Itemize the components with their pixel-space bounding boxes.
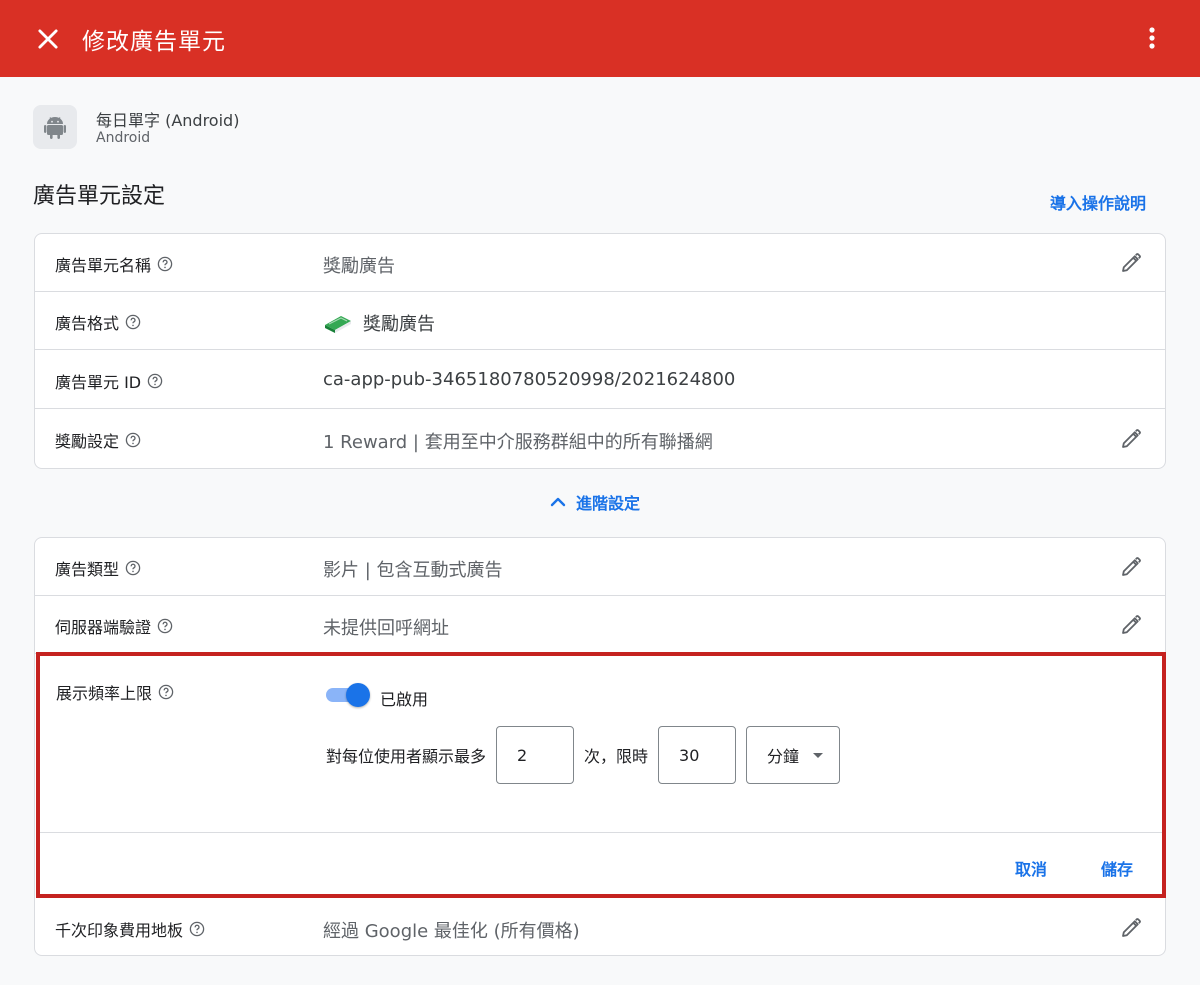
help-icon[interactable] — [147, 373, 163, 389]
row-label: 廣告格式 — [55, 314, 120, 333]
guide-link[interactable]: 導入操作說明 — [1050, 190, 1146, 214]
row-label: 廣告單元名稱 — [55, 256, 152, 275]
toggle-knob — [346, 683, 370, 707]
help-icon[interactable] — [125, 314, 141, 330]
row-label: 千次印象費用地板 — [55, 921, 184, 940]
close-icon[interactable] — [34, 25, 62, 53]
frequency-cap-editor: 展示頻率上限 已啟用 對每位使用者顯示最多 2 次，限時 30 分鐘 取消 儲存 — [36, 652, 1166, 898]
help-icon[interactable] — [125, 432, 141, 448]
edit-pencil-icon[interactable] — [1119, 251, 1143, 275]
row-value: 1 Reward | 套用至中介服務群組中的所有聯播網 — [323, 432, 713, 453]
dropdown-arrow-icon — [813, 752, 824, 758]
basic-settings-card: 廣告單元名稱 獎勵廣告 廣告格式 獎勵廣告 廣告單元 ID ca-app-pub… — [34, 233, 1166, 469]
time-unit-select[interactable]: 分鐘 — [746, 726, 841, 784]
app-platform: Android — [96, 130, 151, 146]
help-icon[interactable] — [157, 256, 173, 272]
time-unit-value: 分鐘 — [767, 747, 800, 766]
edit-pencil-icon[interactable] — [1119, 427, 1143, 451]
top-app-bar: 修改廣告單元 — [0, 0, 1200, 77]
save-button[interactable]: 儲存 — [1101, 856, 1133, 880]
limit-middle-text: 次，限時 — [584, 747, 649, 766]
edit-pencil-icon[interactable] — [1119, 916, 1143, 940]
app-icon-tile — [33, 105, 77, 149]
cancel-button[interactable]: 取消 — [1015, 856, 1047, 880]
row-ad-type: 廣告類型 影片 | 包含互動式廣告 — [35, 538, 1165, 596]
row-label: 廣告類型 — [55, 560, 120, 579]
advanced-settings-label: 進階設定 — [576, 494, 641, 513]
app-name: 每日單字 (Android) — [96, 111, 240, 130]
frequency-limit-line: 對每位使用者顯示最多 2 次，限時 30 分鐘 — [326, 726, 841, 784]
row-value: 經過 Google 最佳化 (所有價格) — [323, 921, 580, 942]
page-title: 修改廣告單元 — [82, 29, 226, 55]
section-title: 廣告單元設定 — [33, 184, 166, 209]
row-ecpm-floor: 千次印象費用地板 經過 Google 最佳化 (所有價格) — [35, 899, 1165, 957]
frequency-cap-label: 展示頻率上限 — [56, 684, 153, 703]
row-server-side-verification: 伺服器端驗證 未提供回呼網址 — [35, 596, 1165, 654]
row-label: 伺服器端驗證 — [55, 618, 152, 637]
help-icon[interactable] — [189, 921, 205, 937]
row-value: 獎勵廣告 — [363, 314, 435, 335]
time-duration-input[interactable]: 30 — [658, 726, 737, 784]
row-value: 獎勵廣告 — [323, 256, 395, 277]
help-icon[interactable] — [125, 560, 141, 576]
frequency-cap-toggle[interactable] — [326, 682, 370, 708]
help-icon[interactable] — [158, 684, 174, 700]
impressions-count-input[interactable]: 2 — [496, 726, 575, 784]
android-icon — [44, 117, 66, 139]
row-ad-unit-id: 廣告單元 ID ca-app-pub-3465180780520998/2021… — [35, 351, 1165, 409]
limit-prefix-text: 對每位使用者顯示最多 — [326, 747, 487, 766]
chevron-up-icon — [550, 497, 566, 507]
row-label: 獎勵設定 — [55, 432, 120, 451]
help-icon[interactable] — [157, 618, 173, 634]
row-reward-settings: 獎勵設定 1 Reward | 套用至中介服務群組中的所有聯播網 — [35, 410, 1165, 468]
advanced-settings-toggle[interactable]: 進階設定 — [548, 490, 640, 514]
row-value: ca-app-pub-3465180780520998/2021624800 — [323, 369, 736, 390]
divider — [40, 832, 1162, 833]
row-ad-unit-name: 廣告單元名稱 獎勵廣告 — [35, 234, 1165, 292]
row-value: 未提供回呼網址 — [323, 618, 449, 639]
row-ad-format: 廣告格式 獎勵廣告 — [35, 292, 1165, 350]
edit-pencil-icon[interactable] — [1119, 613, 1143, 637]
row-label: 廣告單元 ID — [55, 373, 142, 392]
reward-book-icon — [325, 316, 351, 333]
edit-pencil-icon[interactable] — [1119, 555, 1143, 579]
toggle-status-text: 已啟用 — [380, 690, 429, 709]
row-value: 影片 | 包含互動式廣告 — [323, 560, 503, 581]
more-vert-icon[interactable] — [1140, 24, 1164, 52]
